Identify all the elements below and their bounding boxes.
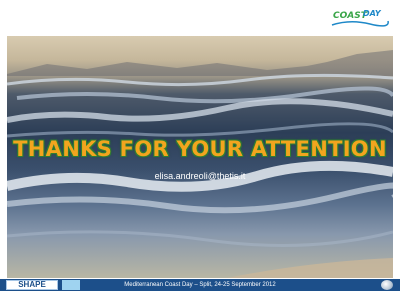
- globe-icon: [381, 280, 393, 290]
- footer-bar: SHAPE Mediterranean Coast Day – Split, 2…: [0, 279, 400, 291]
- footer-event-text: Mediterranean Coast Day – Split, 24-25 S…: [124, 282, 276, 288]
- svg-text:DAY: DAY: [363, 9, 382, 18]
- sea-waves-photo: THANKS FOR YOUR ATTENTION elisa.andreoli…: [7, 36, 393, 278]
- thanks-headline: THANKS FOR YOUR ATTENTION: [13, 137, 387, 161]
- coast-day-logo: COAST DAY: [330, 5, 390, 29]
- contact-email: elisa.andreoli@thetis.it: [154, 171, 246, 181]
